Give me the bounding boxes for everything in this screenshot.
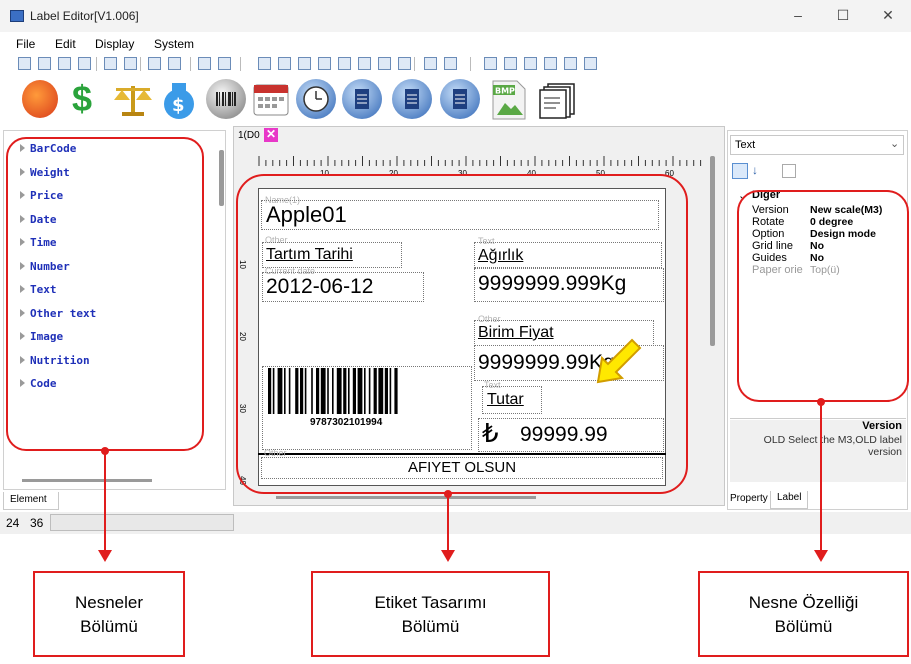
toolbar-tool-icon[interactable] bbox=[124, 57, 137, 70]
toolbar-tool-icon[interactable] bbox=[218, 57, 231, 70]
toolbar-tool-icon[interactable] bbox=[398, 57, 411, 70]
clock-icon[interactable] bbox=[296, 79, 336, 119]
bmp-image-icon[interactable]: BMP bbox=[489, 79, 529, 121]
toolbar-tool-icon[interactable] bbox=[564, 57, 577, 70]
canvas-highlight bbox=[236, 174, 688, 494]
callout-properties-text: Nesne Özelliği Bölümü bbox=[748, 593, 859, 636]
scale-icon[interactable] bbox=[112, 82, 154, 118]
description-text: OLD Select the M3,OLD label version bbox=[763, 434, 902, 458]
close-button[interactable]: ✕ bbox=[873, 4, 903, 26]
toolbar-tool-icon[interactable] bbox=[104, 57, 117, 70]
menu-display[interactable]: Display bbox=[95, 37, 134, 51]
toolbar-tool-icon[interactable] bbox=[338, 57, 351, 70]
arrow-center bbox=[441, 550, 455, 562]
status-progress bbox=[50, 514, 234, 531]
arrow-left bbox=[98, 550, 112, 562]
tab-property[interactable]: Property bbox=[730, 493, 768, 504]
arrow-right bbox=[814, 550, 828, 562]
document-icon-1[interactable] bbox=[342, 79, 382, 119]
callout-properties: Nesne Özelliği Bölümü bbox=[698, 571, 909, 657]
elements-highlight bbox=[6, 137, 204, 451]
connector-line-left bbox=[104, 452, 106, 552]
toolbar-tool-icon[interactable] bbox=[358, 57, 371, 70]
tab-label-doc[interactable]: 1(D0 bbox=[238, 130, 260, 141]
canvas-vscrollbar[interactable] bbox=[710, 156, 715, 346]
sort-alpha-icon[interactable]: ↓ bbox=[752, 163, 758, 177]
toolbar-tool-icon[interactable] bbox=[484, 57, 497, 70]
toolbar-tool-icon[interactable] bbox=[278, 57, 291, 70]
elements-hscrollbar[interactable] bbox=[22, 479, 152, 482]
menu-file[interactable]: File bbox=[16, 37, 35, 51]
object-selector-value: Text bbox=[735, 139, 756, 151]
status-y: 36 bbox=[30, 516, 44, 530]
toolbar-tool-icon[interactable] bbox=[424, 57, 437, 70]
toolbar-tool-icon[interactable] bbox=[38, 57, 51, 70]
connector-line-center bbox=[447, 494, 449, 552]
toolbar-tool-icon[interactable] bbox=[584, 57, 597, 70]
window-title: Label Editor[V1.006] bbox=[30, 9, 139, 23]
toolbar-separator bbox=[414, 57, 415, 71]
barcode-icon[interactable] bbox=[206, 79, 246, 119]
divider bbox=[730, 418, 906, 419]
toolbar-tool-icon[interactable] bbox=[58, 57, 71, 70]
svg-text:BMP: BMP bbox=[495, 87, 515, 96]
callout-elements: Nesneler Bölümü bbox=[33, 571, 185, 657]
toolbar-separator bbox=[190, 57, 191, 71]
menu-edit[interactable]: Edit bbox=[55, 37, 76, 51]
elements-scrollbar[interactable] bbox=[219, 150, 224, 206]
tab-label[interactable]: Label bbox=[770, 491, 808, 509]
callout-elements-text: Nesneler Bölümü bbox=[74, 593, 144, 636]
pages-icon[interactable] bbox=[538, 80, 578, 120]
toolbar-tool-icon[interactable] bbox=[198, 57, 211, 70]
toolbar-tool-icon[interactable] bbox=[18, 57, 31, 70]
toolbar-tool-icon[interactable] bbox=[168, 57, 181, 70]
canvas-hscrollbar[interactable] bbox=[276, 496, 536, 499]
money-bag-icon[interactable]: $ bbox=[158, 80, 200, 120]
status-x: 24 bbox=[6, 516, 20, 530]
menu-system[interactable]: System bbox=[154, 37, 194, 51]
callout-canvas: Etiket Tasarımı Bölümü bbox=[311, 571, 550, 657]
fruit-icon[interactable] bbox=[22, 80, 58, 118]
object-selector[interactable] bbox=[730, 135, 904, 155]
toolbar-separator bbox=[240, 57, 241, 71]
properties-highlight bbox=[737, 190, 909, 402]
svg-text:$: $ bbox=[172, 95, 185, 116]
dollar-icon[interactable]: $ bbox=[72, 78, 92, 120]
toolbar-tool-icon[interactable] bbox=[544, 57, 557, 70]
chevron-down-icon[interactable]: ⌄ bbox=[890, 137, 899, 150]
connector-line-right bbox=[820, 402, 822, 552]
document-icon-2[interactable] bbox=[392, 79, 432, 119]
description-title: Version bbox=[862, 420, 902, 432]
toolbar-tool-icon[interactable] bbox=[78, 57, 91, 70]
toolbar-separator bbox=[470, 57, 471, 71]
app-icon bbox=[10, 10, 24, 22]
toolbar-tool-icon[interactable] bbox=[378, 57, 391, 70]
toolbar-tool-icon[interactable] bbox=[444, 57, 457, 70]
toolbar-tool-icon[interactable] bbox=[318, 57, 331, 70]
toolbar-tool-icon[interactable] bbox=[298, 57, 311, 70]
toolbar-separator bbox=[140, 57, 141, 71]
categorized-icon[interactable] bbox=[732, 163, 748, 179]
minimize-button[interactable]: – bbox=[783, 4, 813, 26]
document-icon-3[interactable] bbox=[440, 79, 480, 119]
callout-canvas-text: Etiket Tasarımı Bölümü bbox=[374, 593, 487, 636]
toolbar-separator bbox=[96, 57, 97, 71]
toolbar-tool-icon[interactable] bbox=[258, 57, 271, 70]
toolbar-tool-icon[interactable] bbox=[504, 57, 517, 70]
toolbar-tool-icon[interactable] bbox=[148, 57, 161, 70]
toolbar-tool-icon[interactable] bbox=[524, 57, 537, 70]
close-doc-icon[interactable]: ✕ bbox=[264, 128, 278, 142]
maximize-button[interactable]: ☐ bbox=[828, 4, 858, 26]
property-pages-icon[interactable] bbox=[782, 164, 796, 178]
tab-element[interactable]: Element bbox=[3, 492, 59, 510]
calendar-icon[interactable] bbox=[252, 81, 290, 117]
